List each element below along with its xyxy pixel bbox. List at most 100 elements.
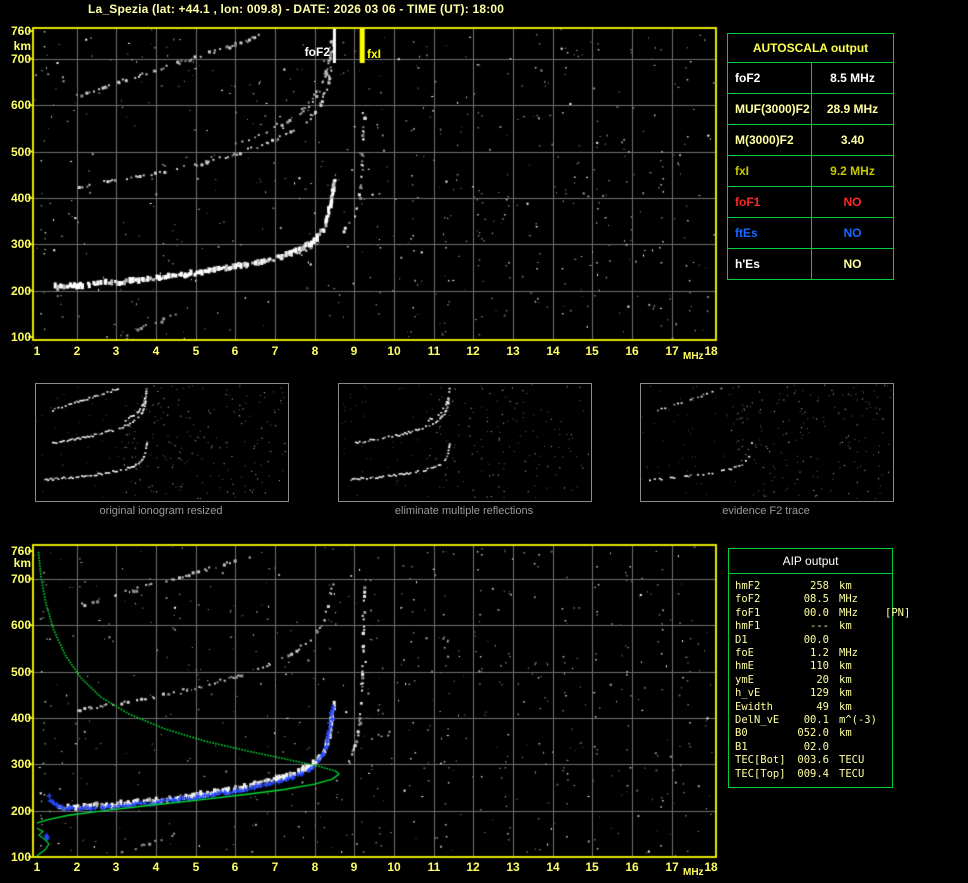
autoscala-row-ftes: ftEs NO	[728, 218, 893, 249]
aip-cell-n	[879, 727, 892, 740]
autoscala-row-hes: h'Es NO	[728, 249, 893, 279]
aip-row-d1: D1 00.0	[735, 634, 892, 647]
autoscala-param-value: 28.9 MHz	[826, 102, 879, 116]
autoscala-row-fof1: foF1 NO	[728, 187, 893, 218]
autoscala-table-rows: foF2 8.5 MHz MUF(3000)F2 28.9 MHz M(3000)F2 3…	[728, 63, 893, 279]
aip-cell-n	[879, 701, 892, 714]
aip-cell-l: DelN_vE	[735, 714, 780, 727]
autoscala-param-value: NO	[843, 195, 862, 209]
aip-row-foe: foE 1.2 MHz	[735, 647, 892, 660]
aip-cell-n	[879, 634, 892, 647]
aip-cell-u: TECU	[839, 754, 865, 767]
aip-row-fof2: foF2 08.5 MHz	[735, 593, 892, 606]
thumbnail-evidence-f2-trace	[640, 383, 894, 502]
autoscala-param-label: fxI	[728, 156, 812, 186]
aip-cell-v: 129	[810, 687, 829, 700]
thumbnail-multiple-reflections	[338, 383, 592, 502]
aip-row-b1: B1 02.0	[735, 741, 892, 754]
station-title: La_Spezia (lat: +44.1 , lon: 009.8) - DA…	[88, 2, 505, 16]
aip-cell-u	[829, 741, 879, 754]
aip-row-hmf1: hmF1 --- km	[735, 620, 892, 633]
aip-row-yme: ymE 20 km	[735, 674, 892, 687]
autoscala-row-fof2: foF2 8.5 MHz	[728, 63, 893, 94]
aip-cell-v: 003.6	[797, 754, 829, 767]
aip-cell-u: km	[839, 673, 852, 686]
top-ionogram-plot	[33, 28, 716, 340]
aip-cell-v: 49	[816, 700, 829, 713]
aip-cell-v: 052.0	[797, 727, 829, 740]
aip-cell-n	[879, 768, 892, 781]
bottom-ionogram-plot	[33, 545, 716, 857]
autoscala-param-label: MUF(3000)F2	[728, 94, 812, 124]
aip-cell-v: 009.4	[797, 767, 829, 780]
autoscala-param-label: foF1	[728, 187, 812, 217]
aip-cell-n	[879, 620, 892, 633]
aip-cell-u: TECU	[839, 767, 865, 780]
aip-cell-l: foF1	[735, 606, 761, 619]
aip-cell-u: MHz	[839, 647, 858, 660]
aip-cell-v: 110	[810, 660, 829, 673]
aip-cell-u: MHz	[839, 593, 858, 606]
aip-cell-l: h_vE	[735, 687, 761, 700]
autoscala-param-value: 3.40	[840, 133, 865, 147]
autoscala-param-label: ftEs	[728, 218, 812, 248]
aip-cell-l: foE	[735, 647, 754, 660]
aip-cell-n	[879, 660, 892, 673]
autoscala-param-label: foF2	[728, 63, 812, 93]
aip-output-table: AIP output hmF2 258 km foF2 08.5 MHz foF1 00.0 M…	[728, 548, 910, 789]
thumbnail-caption-2: eliminate multiple reflections	[394, 505, 534, 517]
aip-cell-l: TEC[Bot]	[735, 754, 786, 767]
aip-row-ewidth: Ewidth 49 km	[735, 701, 892, 714]
aip-cell-v: 00.0	[803, 633, 829, 646]
aip-cell-v: 08.5	[803, 593, 829, 606]
autoscala-param-value: NO	[843, 226, 862, 240]
aip-row-hme: hmE 110 km	[735, 660, 892, 673]
fxI-marker-label: fxI	[367, 47, 382, 61]
aip-cell-v: ---	[810, 620, 829, 633]
thumbnail-caption-1: original ionogram resized	[99, 505, 223, 517]
aip-cell-n	[879, 674, 892, 687]
autoscala-param-value: 8.5 MHz	[830, 71, 875, 85]
aip-row-hve: h_vE 129 km	[735, 687, 892, 700]
aip-cell-u: km	[839, 727, 852, 740]
aip-row-tecbot: TEC[Bot] 003.6 TECU	[735, 754, 892, 767]
aip-cell-n	[879, 593, 892, 606]
aip-cell-v: 00.0	[803, 606, 829, 619]
autoscala-param-value: NO	[843, 257, 862, 271]
autoscala-row-fxi: fxI 9.2 MHz	[728, 156, 893, 187]
aip-cell-u: km	[839, 687, 852, 700]
aip-cell-n	[879, 741, 892, 754]
autoscala-param-label: h'Es	[728, 249, 812, 279]
autoscala-param-label: M(3000)F2	[728, 125, 812, 155]
aip-row-tectop: TEC[Top] 009.4 TECU	[735, 768, 892, 781]
aip-row-b0: B0 052.0 km	[735, 727, 892, 740]
autoscala-output-table: AUTOSCALA output foF2 8.5 MHz MUF(3000)F2 2…	[727, 33, 894, 280]
aip-cell-l: Ewidth	[735, 700, 773, 713]
aip-cell-u: MHz	[839, 606, 858, 619]
aip-cell-u	[829, 634, 879, 647]
thumbnail-original-ionogram	[35, 383, 289, 502]
aip-cell-v: 00.1	[803, 714, 829, 727]
aip-cell-n	[879, 754, 892, 767]
aip-table-header: AIP output	[729, 549, 892, 574]
aip-table-rows: hmF2 258 km foF2 08.5 MHz foF1 00.0 MHz [PN] hmF1 -…	[729, 574, 910, 787]
aip-cell-l: ymE	[735, 673, 754, 686]
aip-row-delnve: DelN_vE 00.1 m^(-3)	[735, 714, 892, 727]
aip-cell-n	[879, 647, 892, 660]
autoscala-table-header: AUTOSCALA output	[728, 34, 893, 63]
aip-cell-v: 258	[810, 580, 829, 592]
aip-cell-n: [PN]	[885, 606, 911, 619]
autoscala-row-muf3000f2: MUF(3000)F2 28.9 MHz	[728, 94, 893, 125]
aip-cell-v: 20	[816, 673, 829, 686]
autoscala-app-window: La_Spezia (lat: +44.1 , lon: 009.8) - DA…	[0, 0, 968, 883]
aip-cell-l: D1	[735, 633, 748, 646]
aip-row-fof1: foF1 00.0 MHz [PN]	[735, 606, 910, 620]
aip-row-hmf2: hmF2 258 km	[735, 580, 892, 593]
aip-cell-l: hmE	[735, 660, 754, 673]
aip-cell-l: TEC[Top]	[735, 767, 786, 780]
aip-cell-n	[879, 687, 892, 700]
aip-cell-u: km	[839, 700, 852, 713]
aip-cell-l: B1	[735, 740, 748, 753]
autoscala-row-m3000f2: M(3000)F2 3.40	[728, 125, 893, 156]
autoscala-param-value: 9.2 MHz	[830, 164, 875, 178]
